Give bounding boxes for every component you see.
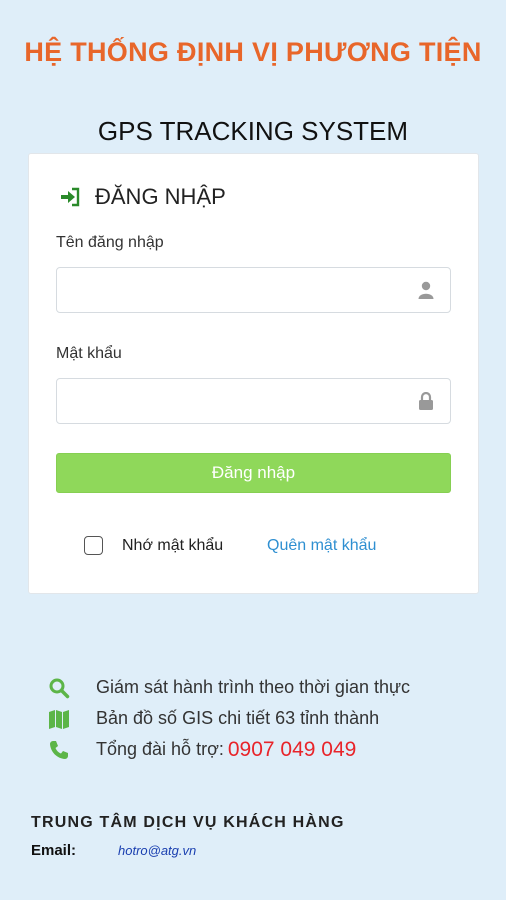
password-input[interactable] <box>57 379 421 423</box>
hotline-number[interactable]: 0907 049 049 <box>228 738 356 762</box>
username-input[interactable] <box>57 268 421 312</box>
app-title-vietnamese: HỆ THỐNG ĐỊNH VỊ PHƯƠNG TIỆN <box>24 37 482 67</box>
feature-list: Giám sát hành trình theo thời gian thực … <box>48 672 410 765</box>
email-label: Email: <box>31 842 77 859</box>
feature-text: Tổng đài hỗ trợ: <box>96 739 224 759</box>
feature-text: Giám sát hành trình theo thời gian thực <box>96 677 411 697</box>
forgot-password-link[interactable]: Quên mật khẩu <box>267 537 376 555</box>
remember-me: Nhớ mật khẩu <box>84 536 223 555</box>
login-card: ĐĂNG NHẬP Tên đăng nhập Mật khẩu Đăng nh… <box>28 153 479 594</box>
map-icon <box>49 709 69 729</box>
login-button[interactable]: Đăng nhập <box>56 453 451 493</box>
customer-service-title: TRUNG TÂM DỊCH VỤ KHÁCH HÀNG <box>31 814 345 831</box>
email-link[interactable]: hotro@atg.vn <box>118 843 196 858</box>
password-label: Mật khẩu <box>56 345 122 362</box>
feature-text: Bản đồ số GIS chi tiết 63 tỉnh thành <box>96 708 380 728</box>
feature-item-hotline: Tổng đài hỗ trợ: 0907 049 049 <box>48 734 410 765</box>
feature-item-map: Bản đồ số GIS chi tiết 63 tỉnh thành <box>48 703 410 734</box>
username-field-box <box>56 267 451 313</box>
username-label: Tên đăng nhập <box>56 234 164 251</box>
email-row: Email: hotro@atg.vn <box>31 842 196 859</box>
login-heading-text: ĐĂNG NHẬP <box>95 184 226 209</box>
remember-me-label[interactable]: Nhớ mật khẩu <box>122 537 223 555</box>
password-field-box <box>56 378 451 424</box>
remember-me-checkbox[interactable] <box>84 536 103 555</box>
feature-item-tracking: Giám sát hành trình theo thời gian thực <box>48 672 410 703</box>
lock-icon <box>419 392 433 410</box>
search-icon <box>49 678 70 698</box>
login-heading: ĐĂNG NHẬP <box>59 184 226 210</box>
phone-icon <box>50 740 68 759</box>
user-icon <box>418 281 434 299</box>
sign-in-icon <box>61 187 80 207</box>
app-title-english: GPS TRACKING SYSTEM <box>97 116 409 146</box>
